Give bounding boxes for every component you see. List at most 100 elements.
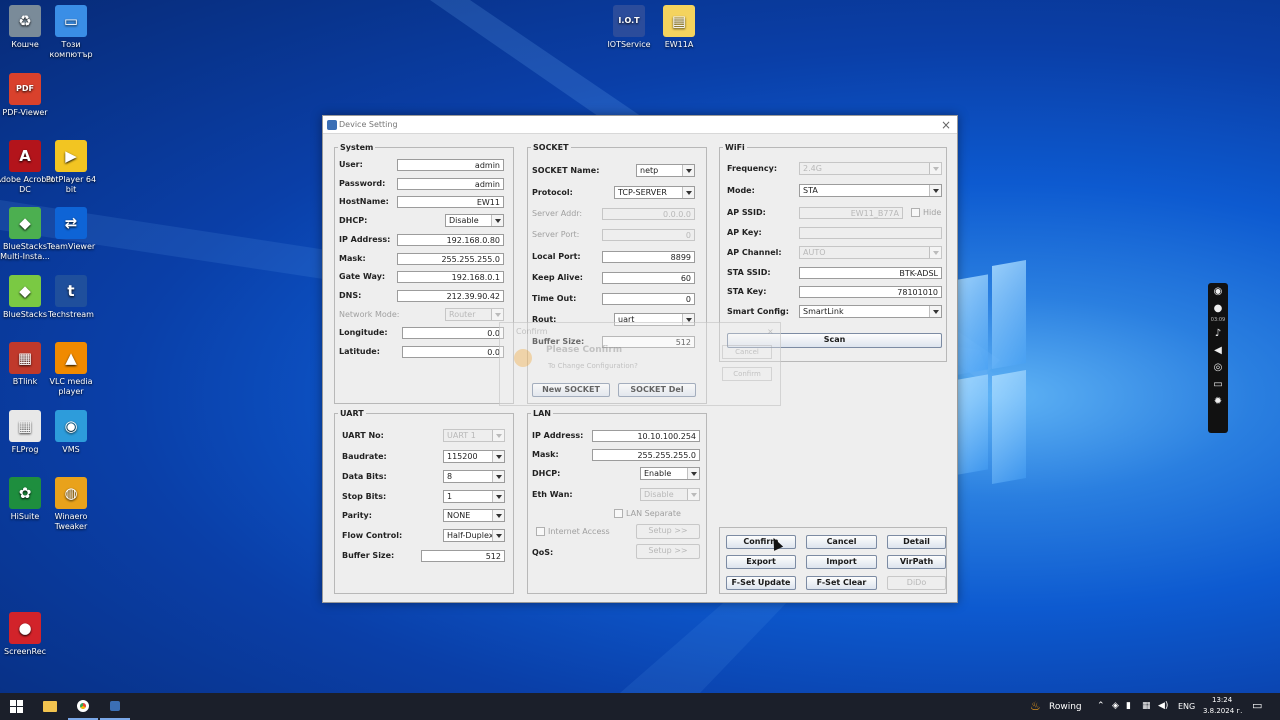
gateway-input[interactable]: 192.168.0.1 [397, 271, 504, 283]
speaker-icon[interactable]: ◀ [1208, 342, 1228, 359]
dns-input[interactable]: 212.39.90.42 [397, 290, 504, 302]
protocol-select[interactable]: TCP-SERVER [614, 186, 695, 199]
chevron-down-icon [929, 247, 941, 258]
mode-select[interactable]: STA [799, 184, 942, 197]
user-input[interactable]: admin [397, 159, 504, 171]
ap-key-label: AP Key: [727, 228, 762, 237]
hide-checkbox[interactable] [911, 208, 920, 217]
ghost-cancel-button: Cancel [722, 345, 772, 359]
clock-date[interactable]: 3.8.2024 г. [1203, 707, 1242, 715]
smart-config-label: Smart Config: [727, 307, 789, 316]
uart-buffer-input[interactable]: 512 [421, 550, 505, 562]
smart-config-select[interactable]: SmartLink [799, 305, 942, 318]
webcam-icon[interactable]: ◎ [1208, 359, 1228, 376]
lan-ip-input[interactable]: 10.10.100.254 [592, 430, 700, 442]
clock-time[interactable]: 13:24 [1212, 696, 1232, 704]
dido-button[interactable]: DiDo [887, 576, 946, 590]
desktop-icon[interactable]: ▶ PotPlayer 64 bit [41, 140, 101, 195]
baudrate-label: Baudrate: [342, 452, 387, 461]
hostname-input[interactable]: EW11 [397, 196, 504, 208]
desktop-icon[interactable]: ◉ VMS [41, 410, 101, 455]
bluetooth-icon[interactable]: ◈ [1112, 701, 1119, 711]
server-port-label: Server Port: [532, 230, 580, 239]
baudrate-select[interactable]: 115200 [443, 450, 505, 463]
device-setting-dialog: Device Setting × System User: admin Pass… [322, 115, 958, 603]
chevron-up-icon[interactable]: ⌃ [1097, 701, 1105, 711]
fset-update-button[interactable]: F-Set Update [726, 576, 796, 590]
weather-label[interactable]: Rowing [1049, 702, 1082, 712]
ip-input[interactable]: 192.168.0.80 [397, 234, 504, 246]
chevron-down-icon [929, 163, 941, 174]
dialog-titlebar[interactable]: Device Setting × [323, 116, 957, 134]
desktop-icon[interactable]: PDF PDF-Viewer [0, 73, 55, 118]
latitude-input[interactable]: 0.0 [402, 346, 504, 358]
system-group: System User: admin Password: admin HostN… [334, 143, 514, 404]
sta-ssid-input[interactable]: BTK-ADSL [799, 267, 942, 279]
chevron-down-icon [682, 165, 694, 176]
qos-setup-button[interactable]: Setup >> [636, 544, 700, 559]
sta-key-label: STA Key: [727, 287, 767, 296]
desktop-icon[interactable]: ▲ VLC media player [41, 342, 101, 397]
desktop-icon[interactable]: ▭ Този компютър [41, 5, 101, 60]
window-icon[interactable]: ▭ [1208, 376, 1228, 393]
taskbar-chrome[interactable] [68, 693, 98, 720]
password-input[interactable]: admin [397, 178, 504, 190]
flow-control-select[interactable]: Half-Duplex [443, 529, 505, 542]
stopbits-select[interactable]: 1 [443, 490, 505, 503]
dhcp-select[interactable]: Disable [445, 214, 504, 227]
lan-separate-checkbox[interactable] [614, 509, 623, 518]
desktop-icon[interactable]: ▤ EW11A [649, 5, 709, 50]
desktop-icon[interactable]: ● ScreenRec [0, 612, 55, 657]
network-icon[interactable]: ▦ [1142, 701, 1151, 711]
parity-select[interactable]: NONE [443, 509, 505, 522]
lan-group-title: LAN [531, 409, 553, 418]
lan-dhcp-select[interactable]: Enable [640, 467, 700, 480]
confirm-popup-ghost: Confirm × Please Confirm To Change Confi… [499, 322, 781, 406]
virpath-button[interactable]: VirPath [887, 555, 946, 569]
confirm-button[interactable]: Confirm [726, 535, 796, 549]
local-port-input[interactable]: 8899 [602, 251, 695, 263]
internet-access-checkbox[interactable] [536, 527, 545, 536]
microphone-icon[interactable]: ♪ [1208, 325, 1228, 342]
chevron-down-icon [491, 309, 503, 320]
desktop-icon[interactable]: t Techstream [41, 275, 101, 320]
timeout-input[interactable]: 0 [602, 293, 695, 305]
longitude-input[interactable]: 0.0 [402, 327, 504, 339]
close-icon[interactable]: × [941, 118, 951, 132]
battery-icon[interactable]: ▮ [1126, 701, 1131, 711]
sta-key-input[interactable]: 78101010 [799, 286, 942, 298]
baudrate-value: 115200 [447, 452, 478, 461]
keep-alive-input[interactable]: 60 [602, 272, 695, 284]
language-indicator[interactable]: ENG [1178, 702, 1195, 711]
mask-input[interactable]: 255.255.255.0 [397, 253, 504, 265]
app-shortcut-icon: ⇄ [55, 207, 87, 239]
taskbar-java-app[interactable] [100, 693, 130, 720]
notification-icon[interactable]: ▭ [1252, 699, 1262, 712]
smart-config-value: SmartLink [803, 307, 844, 316]
warning-icon [514, 349, 532, 367]
databits-select[interactable]: 8 [443, 470, 505, 483]
internet-setup-button[interactable]: Setup >> [636, 524, 700, 539]
record-icon[interactable]: ● [1208, 300, 1228, 317]
uart-group: UART UART No: UART 1 Baudrate: 115200 Da… [334, 409, 514, 594]
desktop-icon-label: Winaero Tweaker [54, 512, 88, 531]
fset-clear-button[interactable]: F-Set Clear [806, 576, 877, 590]
desktop-icon-label: PotPlayer 64 bit [45, 175, 97, 194]
camera-icon[interactable]: ◉ [1208, 283, 1228, 300]
lan-mask-input[interactable]: 255.255.255.0 [592, 449, 700, 461]
export-button[interactable]: Export [726, 555, 796, 569]
chevron-down-icon [492, 471, 504, 482]
local-port-label: Local Port: [532, 252, 581, 261]
lan-dhcp-value: Enable [644, 469, 672, 478]
parity-value: NONE [447, 511, 471, 520]
desktop-icon[interactable]: ⇄ TeamViewer [41, 207, 101, 252]
socket-name-select[interactable]: netp [636, 164, 695, 177]
desktop-icon[interactable]: ◍ Winaero Tweaker [41, 477, 101, 532]
detail-button[interactable]: Detail [887, 535, 946, 549]
taskbar-file-explorer[interactable] [36, 693, 64, 720]
import-button[interactable]: Import [806, 555, 877, 569]
volume-icon[interactable]: ◀) [1158, 701, 1168, 711]
start-button[interactable] [0, 693, 32, 720]
gear-icon[interactable]: ✹ [1208, 393, 1228, 410]
cancel-button[interactable]: Cancel [806, 535, 877, 549]
